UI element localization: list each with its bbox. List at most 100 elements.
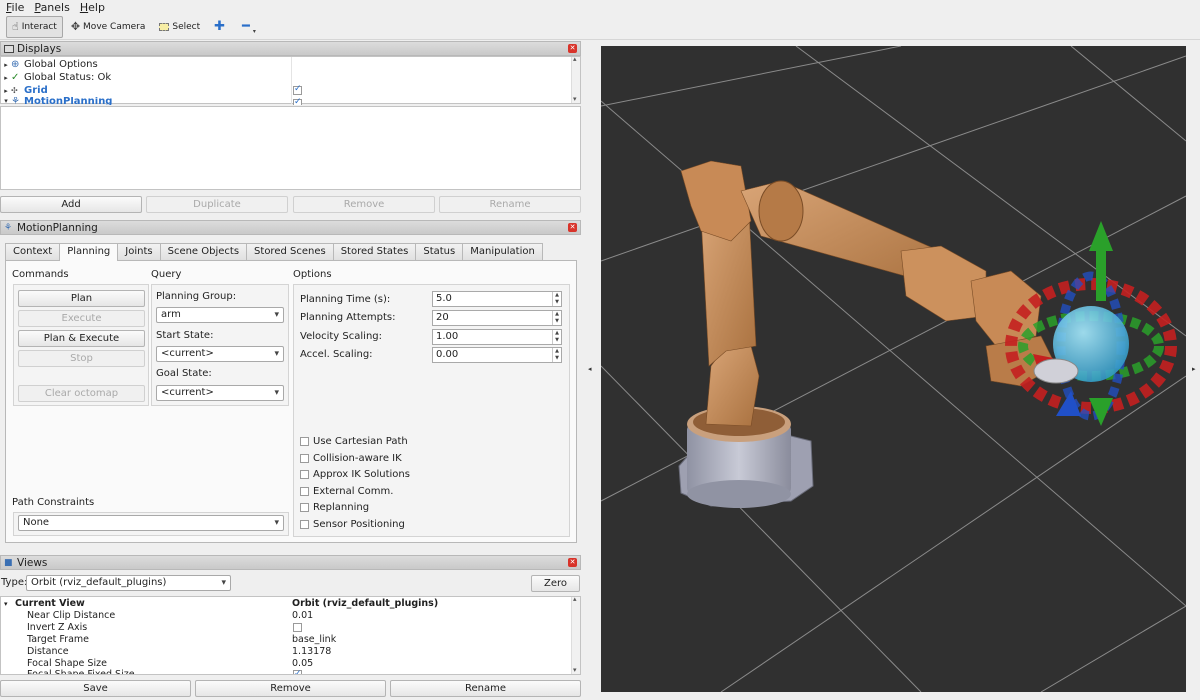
rename-display-button[interactable]: Rename	[439, 196, 581, 213]
property-row[interactable]: Near Clip Distance 0.01	[1, 610, 573, 622]
property-row[interactable]: Invert Z Axis	[1, 622, 573, 634]
views-scrollbar[interactable]	[571, 597, 580, 674]
display-item-label: MotionPlanning	[24, 97, 113, 105]
planning-group-label: Planning Group:	[156, 291, 237, 302]
spin-arrows-icon[interactable]: ▲ ▼	[552, 292, 561, 306]
remove-display-button[interactable]: Remove	[293, 196, 435, 213]
spin-arrows-icon[interactable]: ▲ ▼	[552, 311, 561, 325]
select-label: Select	[172, 21, 201, 32]
collapse-left-icon[interactable]: ◂	[588, 365, 592, 373]
displays-scrollbar[interactable]	[571, 55, 580, 103]
menu-file[interactable]: File	[0, 1, 28, 14]
planning-time-spinbox[interactable]: 5.0 ▲ ▼	[432, 291, 562, 307]
velocity-scaling-label: Velocity Scaling:	[300, 331, 382, 342]
execute-button[interactable]: Execute	[18, 310, 145, 327]
collapse-right-icon[interactable]: ▸	[1192, 365, 1196, 373]
approx-ik-solutions-checkbox[interactable]: Approx IK Solutions	[300, 469, 410, 480]
checkbox-label: Use Cartesian Path	[313, 436, 408, 447]
property-value[interactable]: 1.13178	[292, 646, 331, 658]
sensor-positioning-checkbox[interactable]: Sensor Positioning	[300, 519, 405, 530]
expand-arrow-icon[interactable]: ▸	[1, 74, 11, 82]
invert-z-axis-checkbox[interactable]	[293, 623, 302, 632]
collapse-arrow-icon[interactable]: ▾	[4, 598, 8, 610]
display-item-global-status[interactable]: ▸ ✓ Global Status: Ok	[1, 71, 573, 84]
tab-manipulation[interactable]: Manipulation	[462, 243, 543, 260]
motionplanning-title: MotionPlanning	[17, 221, 98, 234]
checkbox-box[interactable]	[300, 470, 309, 479]
property-value[interactable]: base_link	[292, 634, 336, 646]
grid-enabled-checkbox[interactable]	[293, 84, 302, 95]
collision-aware-ik-checkbox[interactable]: Collision-aware IK	[300, 453, 402, 464]
close-icon[interactable]: ✕	[568, 558, 577, 567]
interact-tool-button[interactable]: ☝ Interact	[6, 15, 63, 38]
property-row[interactable]: Focal Shape Fixed Size	[1, 668, 573, 674]
goal-state-select[interactable]: <current>	[156, 385, 284, 401]
clear-octomap-button[interactable]: Clear octomap	[18, 385, 145, 402]
replanning-checkbox[interactable]: Replanning	[300, 502, 369, 513]
start-state-select[interactable]: <current>	[156, 346, 284, 362]
checkbox-box[interactable]	[300, 503, 309, 512]
menubar: File Panels Help	[0, 0, 1200, 14]
checkbox-box[interactable]	[300, 487, 309, 496]
monitor-icon	[4, 44, 14, 53]
select-box-icon	[159, 22, 170, 31]
velocity-scaling-spinbox[interactable]: 1.00 ▲ ▼	[432, 329, 562, 345]
checkbox-box[interactable]	[300, 437, 309, 446]
accel-scaling-spinbox[interactable]: 0.00 ▲ ▼	[432, 347, 562, 363]
property-value[interactable]: 0.01	[292, 610, 313, 622]
plan-button[interactable]: Plan	[18, 290, 145, 307]
collapse-arrow-icon[interactable]: ▾	[1, 97, 11, 105]
remove-tool-button[interactable]: ━ ▾	[236, 16, 262, 38]
stop-button[interactable]: Stop	[18, 350, 145, 367]
planning-attempts-spinbox[interactable]: 20 ▲ ▼	[432, 310, 562, 326]
save-view-button[interactable]: Save	[0, 680, 191, 697]
goal-state-label: Goal State:	[156, 368, 212, 379]
checkbox-box[interactable]	[300, 520, 309, 529]
tab-stored-scenes[interactable]: Stored Scenes	[246, 243, 334, 260]
property-row[interactable]: Target Frame base_link	[1, 634, 573, 646]
spin-arrows-icon[interactable]: ▲ ▼	[552, 348, 561, 362]
tab-stored-states[interactable]: Stored States	[332, 243, 417, 260]
planning-group-select[interactable]: arm	[156, 307, 284, 323]
property-key: Invert Z Axis	[27, 622, 88, 633]
3d-viewport[interactable]	[601, 46, 1186, 692]
planning-attempts-value: 20	[436, 312, 449, 323]
spin-arrows-icon[interactable]: ▲ ▼	[552, 330, 561, 344]
plan-and-execute-button[interactable]: Plan & Execute	[18, 330, 145, 347]
motionplanning-enabled-checkbox[interactable]	[293, 97, 302, 105]
display-item-grid[interactable]: ▸ ✣ Grid	[1, 84, 573, 97]
path-constraints-select[interactable]: None	[18, 515, 284, 531]
interactive-marker[interactable]	[1005, 221, 1177, 426]
move-camera-tool-button[interactable]: ✥ Move Camera	[65, 16, 152, 38]
zero-button[interactable]: Zero	[531, 575, 580, 592]
rename-view-button[interactable]: Rename	[390, 680, 581, 697]
menu-panels[interactable]: Panels	[28, 1, 73, 14]
close-icon[interactable]: ✕	[568, 223, 577, 232]
close-icon[interactable]: ✕	[568, 44, 577, 53]
current-view-row[interactable]: ▾ Current View Orbit (rviz_default_plugi…	[1, 598, 573, 610]
property-key: Near Clip Distance	[27, 610, 116, 621]
display-item-global-options[interactable]: ▸ ⊕ Global Options	[1, 58, 573, 71]
checkbox-box[interactable]	[300, 454, 309, 463]
property-row[interactable]: Distance 1.13178	[1, 646, 573, 658]
tab-status[interactable]: Status	[415, 243, 464, 260]
remove-view-button[interactable]: Remove	[195, 680, 386, 697]
display-item-motionplanning[interactable]: ▾ ⚘ MotionPlanning	[1, 97, 573, 105]
expand-arrow-icon[interactable]: ▸	[1, 61, 11, 69]
tab-joints[interactable]: Joints	[117, 243, 161, 260]
select-tool-button[interactable]: Select	[153, 16, 206, 38]
tab-context[interactable]: Context	[5, 243, 61, 260]
view-type-select[interactable]: Orbit (rviz_default_plugins)	[26, 575, 231, 591]
menu-help[interactable]: Help	[74, 1, 109, 14]
display-item-label: Grid	[24, 85, 48, 96]
focal-shape-fixed-size-checkbox[interactable]	[293, 668, 302, 674]
add-display-button[interactable]: Add	[0, 196, 142, 213]
external-comm-checkbox[interactable]: External Comm.	[300, 486, 393, 497]
tab-planning[interactable]: Planning	[59, 243, 119, 261]
accel-scaling-value: 0.00	[436, 349, 459, 360]
expand-arrow-icon[interactable]: ▸	[1, 87, 11, 95]
tab-scene-objects[interactable]: Scene Objects	[159, 243, 248, 260]
add-tool-button[interactable]: ✚	[208, 16, 234, 38]
duplicate-display-button[interactable]: Duplicate	[146, 196, 288, 213]
use-cartesian-path-checkbox[interactable]: Use Cartesian Path	[300, 436, 408, 447]
